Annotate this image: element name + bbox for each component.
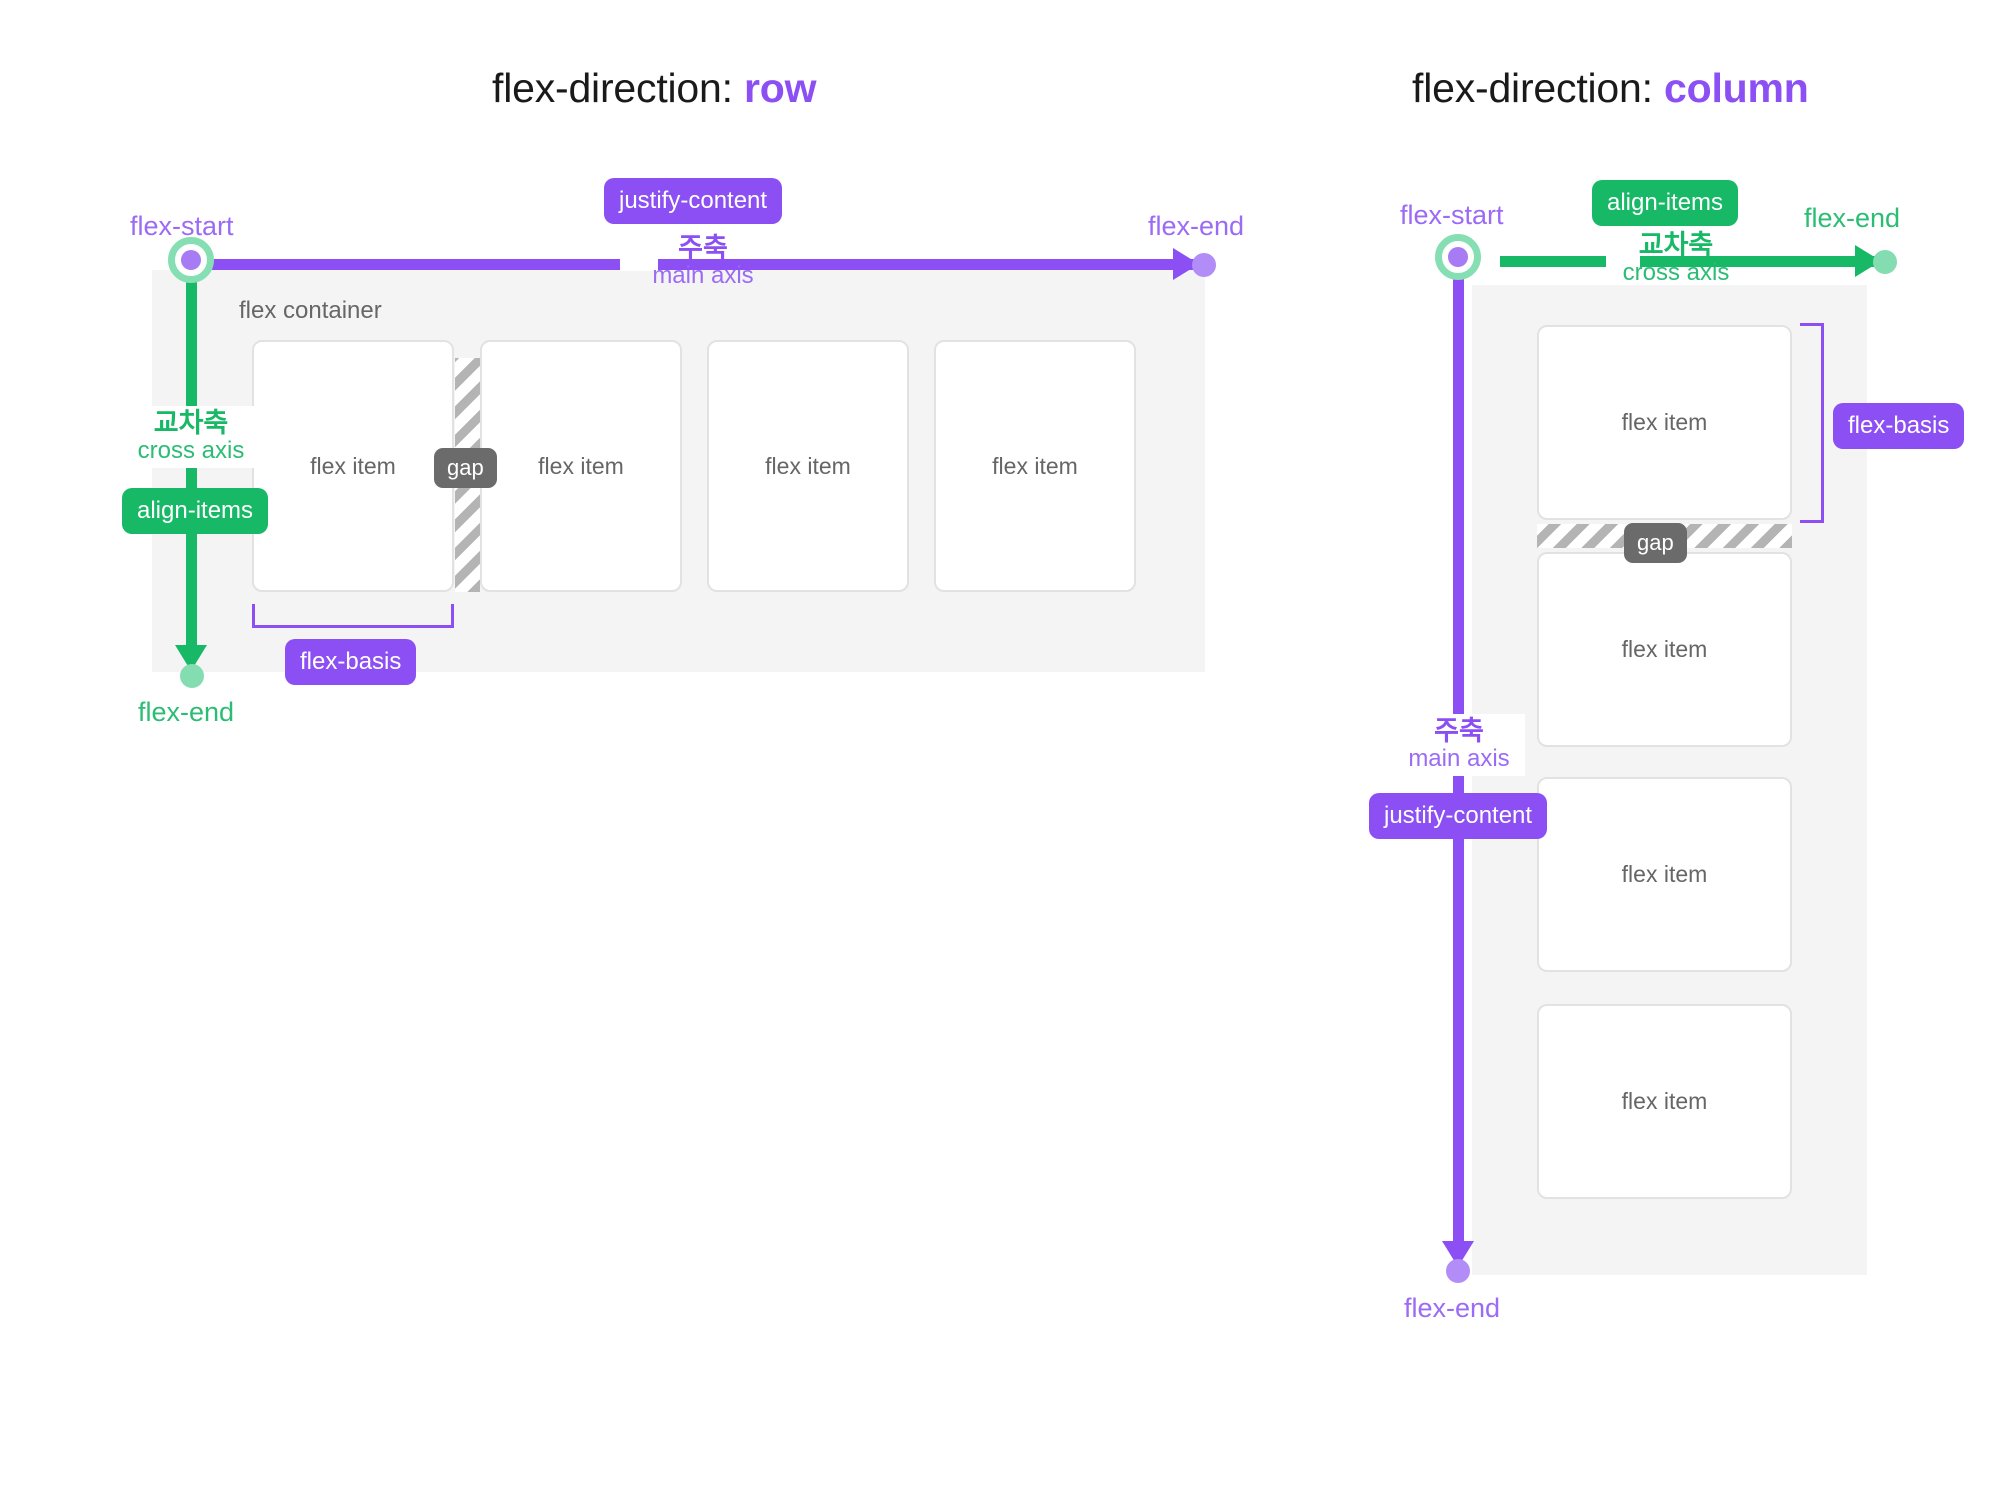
column-origin-marker-icon xyxy=(1435,234,1481,280)
row-main-axis-name: 주축 main axis xyxy=(620,233,786,290)
column-flex-item-3-label: flex item xyxy=(1621,861,1708,887)
column-flex-item-3[interactable]: flex item xyxy=(1537,777,1792,972)
column-flex-item-2-label: flex item xyxy=(1621,636,1708,662)
column-flex-item-1[interactable]: flex item xyxy=(1537,325,1792,520)
column-flex-item-4-label: flex item xyxy=(1621,1088,1708,1114)
column-flex-basis-pill[interactable]: flex-basis xyxy=(1833,403,1965,449)
row-main-axis-end-dot-icon xyxy=(1192,253,1216,277)
diagram-stage: flex-direction: row flex container flex … xyxy=(0,0,2000,1500)
row-main-flex-end-label: flex-end xyxy=(1148,211,1245,241)
column-cross-axis-end-dot-icon xyxy=(1873,250,1897,274)
column-align-items-pill[interactable]: align-items xyxy=(1592,180,1739,226)
column-cross-axis-ko: 교차축 xyxy=(1638,230,1714,260)
row-main-axis-en: main axis xyxy=(652,262,754,290)
row-flex-item-2-label: flex item xyxy=(538,452,624,479)
column-main-flex-end-label: flex-end xyxy=(1404,1293,1501,1323)
column-flex-start-label: flex-start xyxy=(1400,200,1504,230)
column-flex-item-1-label: flex item xyxy=(1621,409,1708,435)
column-flex-basis-bracket xyxy=(1800,323,1824,523)
row-justify-content-pill[interactable]: justify-content xyxy=(604,178,783,224)
column-gap-pill: gap xyxy=(1624,523,1687,563)
row-cross-axis-en: cross axis xyxy=(137,437,245,465)
row-flex-item-3-label: flex item xyxy=(765,452,851,479)
row-cross-flex-end-label: flex-end xyxy=(138,697,235,727)
column-title-prefix: flex-direction: xyxy=(1412,65,1665,111)
row-container-label: flex container xyxy=(239,297,382,324)
row-flex-item-4[interactable]: flex item xyxy=(934,340,1136,592)
row-flex-basis-bracket xyxy=(252,604,454,628)
row-flex-item-1[interactable]: flex item xyxy=(252,340,454,592)
column-title: flex-direction: column xyxy=(1412,65,1809,112)
column-cross-flex-end-label: flex-end xyxy=(1804,203,1901,233)
row-flex-start-label: flex-start xyxy=(130,211,234,241)
row-origin-marker-icon xyxy=(168,237,214,283)
column-origin-core-icon xyxy=(1448,247,1468,267)
column-cross-axis-en: cross axis xyxy=(1622,259,1730,287)
row-flex-basis-pill[interactable]: flex-basis xyxy=(285,639,417,685)
row-flex-item-2[interactable]: flex item xyxy=(480,340,682,592)
column-cross-axis-name: 교차축 cross axis xyxy=(1606,230,1746,287)
row-title-value: row xyxy=(744,65,817,111)
row-main-axis-ko: 주축 xyxy=(678,233,728,263)
row-cross-axis-name: 교차축 cross axis xyxy=(126,408,256,465)
row-flex-item-1-label: flex item xyxy=(310,452,396,479)
column-flex-item-4[interactable]: flex item xyxy=(1537,1004,1792,1199)
row-flex-item-4-label: flex item xyxy=(992,452,1078,479)
column-justify-content-pill[interactable]: justify-content xyxy=(1369,793,1548,839)
column-main-axis-en: main axis xyxy=(1408,745,1510,773)
column-main-axis-end-dot-icon xyxy=(1446,1259,1470,1283)
row-align-items-pill[interactable]: align-items xyxy=(122,488,269,534)
row-cross-axis-ko: 교차축 xyxy=(153,408,229,438)
row-title: flex-direction: row xyxy=(492,65,817,112)
row-flex-item-3[interactable]: flex item xyxy=(707,340,909,592)
column-flex-item-2[interactable]: flex item xyxy=(1537,552,1792,747)
row-title-prefix: flex-direction: xyxy=(492,65,745,111)
row-cross-axis-end-dot-icon xyxy=(180,664,204,688)
column-main-axis-name: 주축 main axis xyxy=(1393,716,1525,773)
row-gap-pill: gap xyxy=(434,448,497,488)
column-main-axis-ko: 주축 xyxy=(1434,716,1484,746)
column-title-value: column xyxy=(1664,65,1809,111)
row-origin-core-icon xyxy=(181,250,201,270)
